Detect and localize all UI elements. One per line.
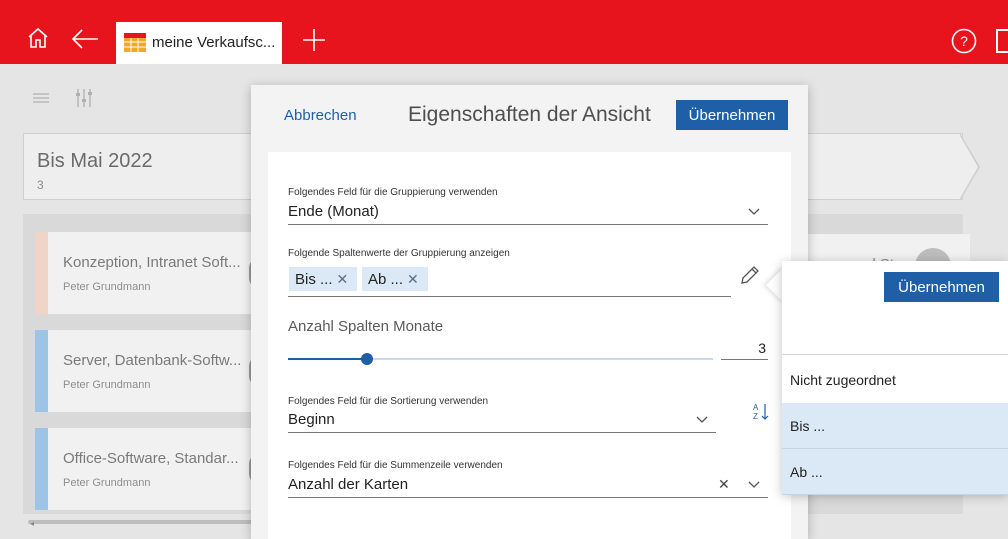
new-tab-plus-icon[interactable] <box>303 29 325 51</box>
chip-ab[interactable]: Ab ... ✕ <box>362 267 428 291</box>
chevron-down-icon[interactable] <box>696 416 708 424</box>
card[interactable]: Server, Datenbank-Softw... Peter Grundma… <box>35 330 265 412</box>
group-field-value[interactable]: Ende (Monat) <box>288 203 379 220</box>
dialog-title: Eigenschaften der Ansicht <box>408 103 651 126</box>
svg-text:A: A <box>753 403 759 412</box>
card[interactable]: Office-Software, Standar... Peter Grundm… <box>35 428 265 510</box>
horizontal-scrollbar[interactable] <box>28 520 258 524</box>
group-header-arrow-fill <box>959 134 978 200</box>
chip-bis[interactable]: Bis ... ✕ <box>289 267 357 291</box>
table-icon <box>124 33 146 52</box>
card-stripe <box>35 330 48 412</box>
chip-label: Ab ... <box>368 271 404 288</box>
card-user: Peter Grundmann <box>63 379 151 391</box>
columns-number-field[interactable]: 3 <box>721 338 768 360</box>
card-stripe <box>35 232 48 314</box>
home-icon[interactable] <box>27 27 49 49</box>
group-field-label: Folgendes Feld für die Gruppierung verwe… <box>288 187 498 198</box>
help-icon[interactable]: ? <box>951 28 977 54</box>
svg-text:Z: Z <box>753 412 758 421</box>
top-bar: meine Verkaufsc... ? <box>0 0 1008 64</box>
group-values-label: Folgende Spaltenwerte der Gruppierung an… <box>288 248 510 259</box>
sort-field-label: Folgendes Feld für die Sortierung verwen… <box>288 396 489 407</box>
menu-icon[interactable] <box>33 93 49 103</box>
group-title: Bis Mai 2022 <box>37 150 153 172</box>
sum-field-underline <box>288 497 768 498</box>
popup-item-bis[interactable]: Bis ... <box>782 403 1008 449</box>
popup-apply-button[interactable]: Übernehmen <box>884 272 999 302</box>
card-title: Office-Software, Standar... <box>63 450 239 467</box>
sum-field-value[interactable]: Anzahl der Karten <box>288 476 408 493</box>
card-user: Peter Grundmann <box>63 477 151 489</box>
chevron-down-icon[interactable] <box>748 481 760 489</box>
sort-field-value[interactable]: Beginn <box>288 411 335 428</box>
group-values-popup: Übernehmen Nicht zugeordnet Bis ... Ab .… <box>782 261 1008 495</box>
sort-az-icon[interactable]: A Z <box>753 402 769 422</box>
popup-divider <box>782 354 1008 355</box>
tab-verkaufschancen[interactable]: meine Verkaufsc... <box>116 22 282 64</box>
sum-field-label: Folgendes Feld für die Summenzeile verwe… <box>288 460 503 471</box>
remove-icon[interactable]: ✕ <box>407 271 419 287</box>
group-values-underline <box>288 296 731 297</box>
group-field-underline <box>288 224 768 225</box>
svg-text:?: ? <box>960 33 968 49</box>
chip-label: Bis ... <box>295 271 333 288</box>
apply-button[interactable]: Übernehmen <box>676 100 788 130</box>
columns-slider-fill <box>288 358 367 360</box>
pencil-icon[interactable] <box>739 264 761 286</box>
scroll-left-icon[interactable]: ◂ <box>30 519 34 528</box>
card-user: Peter Grundmann <box>63 281 151 293</box>
card-title: Konzeption, Intranet Soft... <box>63 254 241 271</box>
cancel-button[interactable]: Abbrechen <box>284 107 357 124</box>
group-count: 3 <box>37 178 44 192</box>
card-title: Server, Datenbank-Softw... <box>63 352 242 369</box>
chevron-down-icon[interactable] <box>748 208 760 216</box>
filter-settings-icon[interactable] <box>73 87 95 109</box>
popup-item-nicht-zugeordnet[interactable]: Nicht zugeordnet <box>782 357 1008 403</box>
columns-slider-thumb[interactable] <box>361 353 373 365</box>
remove-icon[interactable]: ✕ <box>337 271 349 287</box>
tab-label: meine Verkaufsc... <box>152 34 276 51</box>
back-arrow-icon[interactable] <box>71 28 99 50</box>
view-properties-dialog: Abbrechen Eigenschaften der Ansicht Über… <box>251 85 808 539</box>
card-stripe <box>35 428 48 510</box>
sort-field-underline <box>288 432 716 433</box>
popup-item-ab[interactable]: Ab ... <box>782 449 1008 495</box>
card[interactable]: Konzeption, Intranet Soft... Peter Grund… <box>35 232 265 314</box>
window-icon[interactable] <box>996 29 1008 53</box>
clear-icon[interactable]: ✕ <box>718 476 730 493</box>
dialog-body: Folgendes Feld für die Gruppierung verwe… <box>268 152 791 539</box>
columns-label: Anzahl Spalten Monate <box>288 318 444 335</box>
